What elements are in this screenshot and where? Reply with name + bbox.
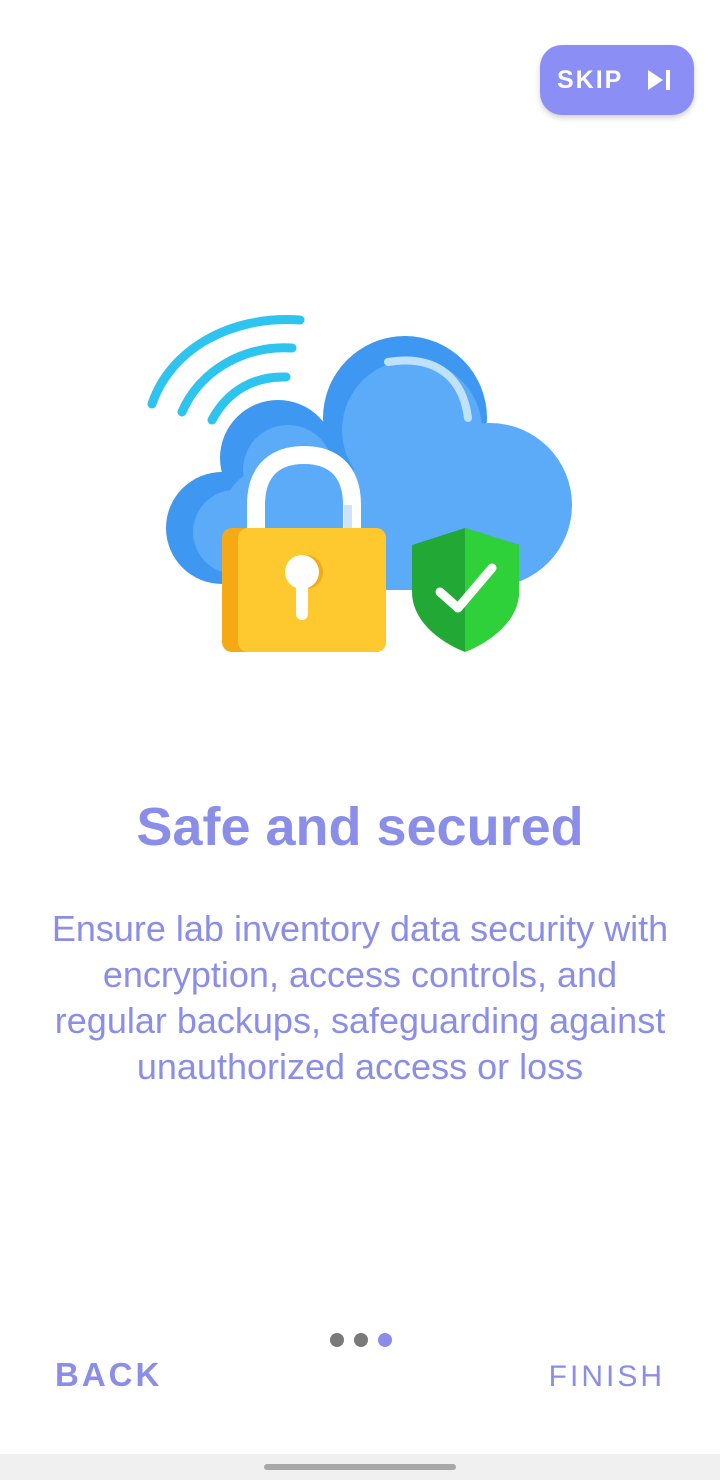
finish-button[interactable]: FINISH <box>549 1360 665 1394</box>
security-illustration <box>147 315 572 652</box>
skip-next-icon <box>648 70 670 90</box>
shield-check-icon <box>412 528 519 652</box>
slide-description: Ensure lab inventory data security with … <box>51 908 669 1087</box>
onboarding-screen: SKIP Safe and secured Ensure lab invento… <box>0 0 720 1480</box>
page-dot-1 <box>330 1333 344 1347</box>
page-dot-3-active <box>378 1333 392 1347</box>
back-button[interactable]: BACK <box>55 1356 162 1394</box>
skip-button[interactable]: SKIP <box>540 45 694 115</box>
skip-label: SKIP <box>557 65 624 94</box>
page-indicator <box>330 1333 392 1347</box>
page-dot-2 <box>354 1333 368 1347</box>
slide-title: Safe and secured <box>136 797 584 857</box>
system-navigation-bar <box>0 1454 720 1480</box>
home-gesture-handle[interactable] <box>264 1464 456 1470</box>
